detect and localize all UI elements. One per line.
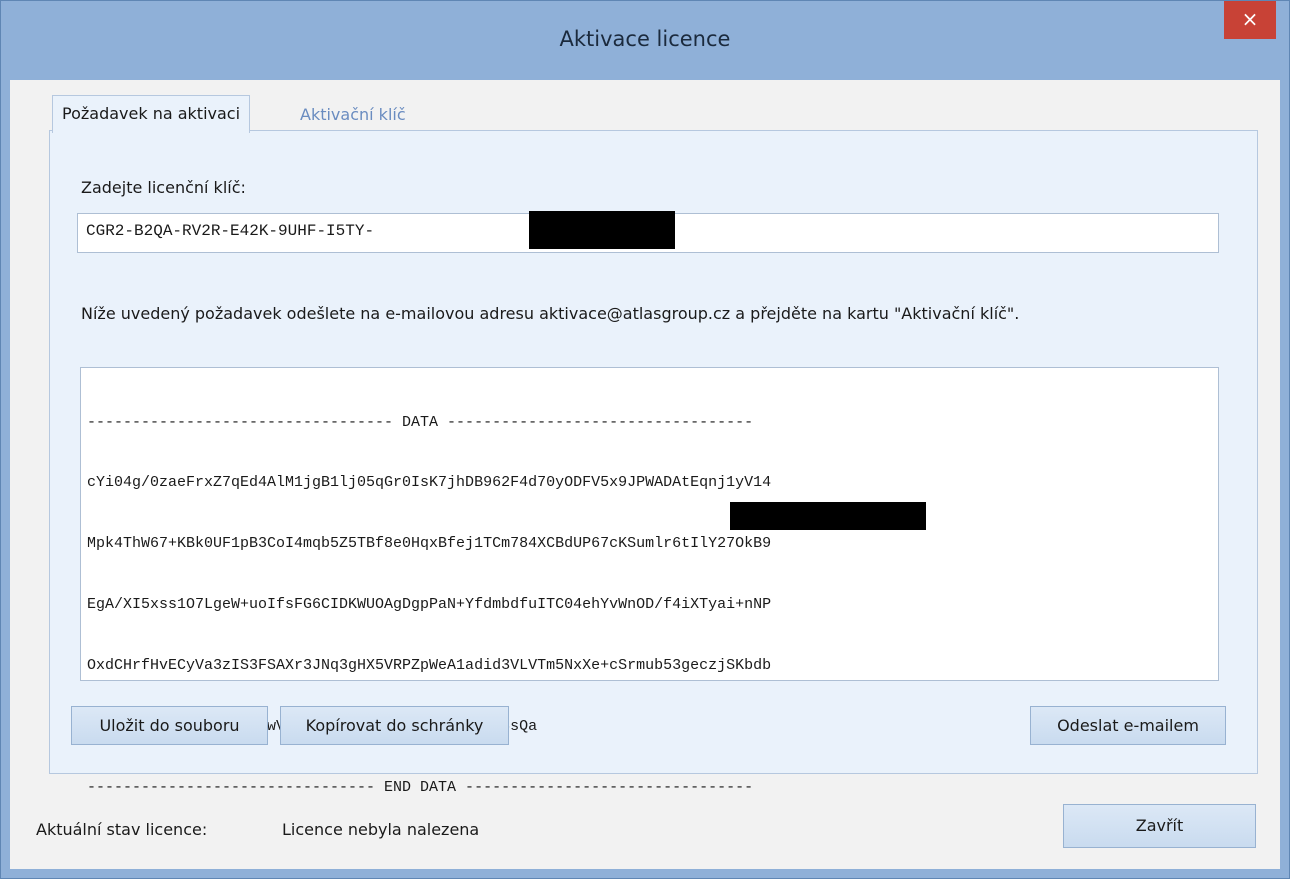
- activation-dialog: Aktivace licence × Požadavek na aktivaci…: [0, 0, 1290, 879]
- data-line: EgA/XI5xss1O7LgeW+uoIfsFG6CIDKWUOAgDgpPa…: [87, 596, 772, 614]
- close-icon[interactable]: ×: [1224, 1, 1276, 39]
- title-bar: Aktivace licence ×: [1, 1, 1289, 79]
- license-status-label: Aktuální stav licence:: [36, 820, 208, 839]
- save-to-file-button[interactable]: Uložit do souboru: [71, 706, 268, 745]
- redaction-mark: [529, 211, 675, 249]
- request-data-textarea[interactable]: ---------------------------------- DATA …: [80, 367, 1219, 796]
- dialog-body: Požadavek na aktivaci Aktivační klíč Zad…: [10, 80, 1280, 869]
- copy-to-clipboard-button[interactable]: Kopírovat do schránky: [280, 706, 509, 745]
- tab-activation-key[interactable]: Aktivační klíč: [291, 97, 415, 133]
- license-key-input[interactable]: CGR2-B2QA-RV2R-E42K-9UHF-I5TY-: [77, 211, 1219, 253]
- data-line: Mpk4ThW67+KBk0UF1pB3CoI4mqb5Z5TBf8e0HqxB…: [87, 535, 772, 553]
- data-line: ---------------------------------- DATA …: [87, 413, 754, 431]
- request-data-lines: ---------------------------------- DATA …: [87, 372, 771, 839]
- instruction-text: Níže uvedený požadavek odešlete na e-mai…: [81, 304, 1020, 323]
- tab-activation-request[interactable]: Požadavek na aktivaci: [52, 95, 251, 133]
- close-button[interactable]: Zavřít: [1063, 804, 1256, 848]
- redaction-mark: [730, 502, 926, 530]
- send-email-button[interactable]: Odeslat e-mailem: [1030, 706, 1226, 745]
- data-line: -------------------------------- END DAT…: [87, 778, 754, 796]
- data-line: cYi04g/0zaeFrxZ7qEd4AlM1jgB1lj05qGr0IsK7…: [87, 474, 772, 492]
- license-key-label: Zadejte licenční klíč:: [81, 178, 246, 197]
- license-status-value: Licence nebyla nalezena: [282, 820, 480, 839]
- data-line: OxdCHrfHvECyVa3zIS3FSAXr3JNq3gHX5VRPZpWe…: [87, 657, 772, 675]
- window-title: Aktivace licence: [559, 27, 731, 51]
- license-key-value: CGR2-B2QA-RV2R-E42K-9UHF-I5TY-: [86, 222, 375, 240]
